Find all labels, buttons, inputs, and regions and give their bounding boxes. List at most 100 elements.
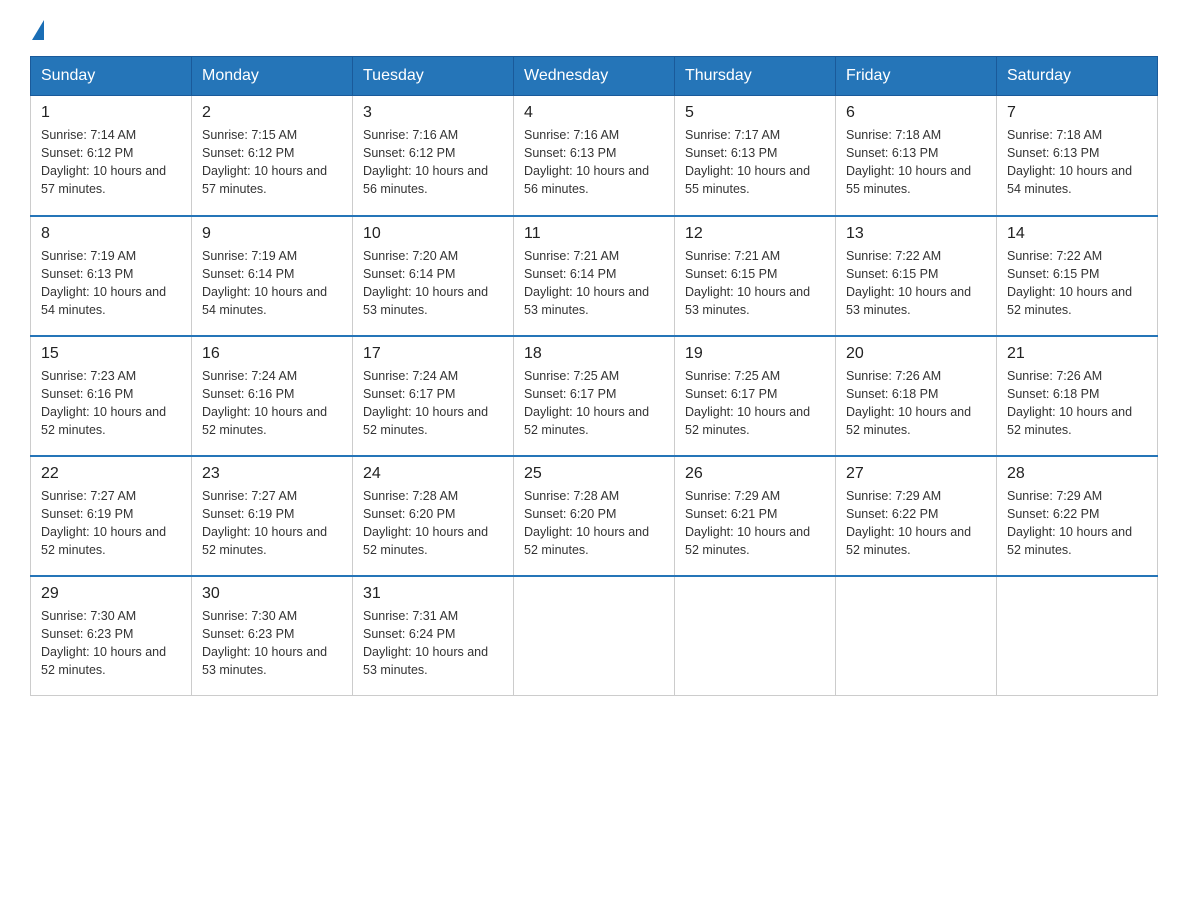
calendar-header-row: SundayMondayTuesdayWednesdayThursdayFrid… [31, 57, 1158, 96]
day-number: 27 [846, 465, 986, 483]
day-number: 29 [41, 585, 181, 603]
calendar-cell: 22 Sunrise: 7:27 AMSunset: 6:19 PMDayligh… [31, 456, 192, 576]
calendar-cell [514, 576, 675, 696]
day-number: 8 [41, 225, 181, 243]
calendar-header-wednesday: Wednesday [514, 57, 675, 96]
day-info: Sunrise: 7:20 AMSunset: 6:14 PMDaylight:… [363, 247, 503, 320]
calendar-cell: 23 Sunrise: 7:27 AMSunset: 6:19 PMDayligh… [192, 456, 353, 576]
day-number: 23 [202, 465, 342, 483]
calendar-cell: 2 Sunrise: 7:15 AMSunset: 6:12 PMDaylight… [192, 96, 353, 216]
calendar-cell: 24 Sunrise: 7:28 AMSunset: 6:20 PMDayligh… [353, 456, 514, 576]
day-info: Sunrise: 7:18 AMSunset: 6:13 PMDaylight:… [846, 126, 986, 199]
day-info: Sunrise: 7:27 AMSunset: 6:19 PMDaylight:… [202, 487, 342, 560]
calendar-header-tuesday: Tuesday [353, 57, 514, 96]
calendar-cell: 4Sunrise: 7:16 AMSunset: 6:13 PMDaylight… [514, 96, 675, 216]
calendar-cell: 29 Sunrise: 7:30 AMSunset: 6:23 PMDayligh… [31, 576, 192, 696]
calendar-cell: 31 Sunrise: 7:31 AMSunset: 6:24 PMDayligh… [353, 576, 514, 696]
day-number: 18 [524, 345, 664, 363]
day-number: 13 [846, 225, 986, 243]
day-number: 30 [202, 585, 342, 603]
day-info: Sunrise: 7:26 AMSunset: 6:18 PMDaylight:… [846, 367, 986, 440]
day-info: Sunrise: 7:22 AMSunset: 6:15 PMDaylight:… [1007, 247, 1147, 320]
calendar-cell: 13 Sunrise: 7:22 AMSunset: 6:15 PMDayligh… [836, 216, 997, 336]
calendar-cell: 6Sunrise: 7:18 AMSunset: 6:13 PMDaylight… [836, 96, 997, 216]
calendar-cell: 9Sunrise: 7:19 AMSunset: 6:14 PMDaylight… [192, 216, 353, 336]
day-info: Sunrise: 7:17 AMSunset: 6:13 PMDaylight:… [685, 126, 825, 199]
calendar-header-saturday: Saturday [997, 57, 1158, 96]
day-info: Sunrise: 7:24 AMSunset: 6:17 PMDaylight:… [363, 367, 503, 440]
calendar-week-row: 1 Sunrise: 7:14 AMSunset: 6:12 PMDaylight… [31, 96, 1158, 216]
day-info: Sunrise: 7:29 AMSunset: 6:22 PMDaylight:… [1007, 487, 1147, 560]
calendar-cell: 1 Sunrise: 7:14 AMSunset: 6:12 PMDaylight… [31, 96, 192, 216]
day-number: 24 [363, 465, 503, 483]
day-number: 3 [363, 104, 503, 122]
day-info: Sunrise: 7:15 AMSunset: 6:12 PMDaylight:… [202, 126, 342, 199]
calendar-cell: 3Sunrise: 7:16 AMSunset: 6:12 PMDaylight… [353, 96, 514, 216]
day-info: Sunrise: 7:19 AMSunset: 6:13 PMDaylight:… [41, 247, 181, 320]
calendar-cell: 25 Sunrise: 7:28 AMSunset: 6:20 PMDayligh… [514, 456, 675, 576]
calendar-week-row: 29 Sunrise: 7:30 AMSunset: 6:23 PMDayligh… [31, 576, 1158, 696]
day-number: 5 [685, 104, 825, 122]
calendar-cell: 5 Sunrise: 7:17 AMSunset: 6:13 PMDaylight… [675, 96, 836, 216]
day-info: Sunrise: 7:26 AMSunset: 6:18 PMDaylight:… [1007, 367, 1147, 440]
calendar-cell: 16Sunrise: 7:24 AMSunset: 6:16 PMDayligh… [192, 336, 353, 456]
calendar-cell [675, 576, 836, 696]
day-info: Sunrise: 7:30 AMSunset: 6:23 PMDaylight:… [202, 607, 342, 680]
day-number: 10 [363, 225, 503, 243]
calendar-week-row: 22 Sunrise: 7:27 AMSunset: 6:19 PMDayligh… [31, 456, 1158, 576]
calendar-cell: 8 Sunrise: 7:19 AMSunset: 6:13 PMDaylight… [31, 216, 192, 336]
calendar-cell: 30 Sunrise: 7:30 AMSunset: 6:23 PMDayligh… [192, 576, 353, 696]
calendar-cell [997, 576, 1158, 696]
day-info: Sunrise: 7:31 AMSunset: 6:24 PMDaylight:… [363, 607, 503, 680]
day-info: Sunrise: 7:23 AMSunset: 6:16 PMDaylight:… [41, 367, 181, 440]
day-number: 12 [685, 225, 825, 243]
calendar-header-thursday: Thursday [675, 57, 836, 96]
day-info: Sunrise: 7:28 AMSunset: 6:20 PMDaylight:… [524, 487, 664, 560]
calendar-cell: 19Sunrise: 7:25 AMSunset: 6:17 PMDayligh… [675, 336, 836, 456]
calendar-cell: 7 Sunrise: 7:18 AMSunset: 6:13 PMDaylight… [997, 96, 1158, 216]
day-number: 2 [202, 104, 342, 122]
day-number: 11 [524, 225, 664, 243]
calendar-header-monday: Monday [192, 57, 353, 96]
day-info: Sunrise: 7:25 AMSunset: 6:17 PMDaylight:… [524, 367, 664, 440]
calendar-cell: 14 Sunrise: 7:22 AMSunset: 6:15 PMDayligh… [997, 216, 1158, 336]
day-number: 14 [1007, 225, 1147, 243]
day-info: Sunrise: 7:22 AMSunset: 6:15 PMDaylight:… [846, 247, 986, 320]
calendar-cell: 10 Sunrise: 7:20 AMSunset: 6:14 PMDayligh… [353, 216, 514, 336]
day-number: 31 [363, 585, 503, 603]
day-number: 25 [524, 465, 664, 483]
day-number: 4 [524, 104, 664, 122]
page-header [30, 20, 1158, 36]
calendar-cell: 26 Sunrise: 7:29 AMSunset: 6:21 PMDayligh… [675, 456, 836, 576]
day-number: 28 [1007, 465, 1147, 483]
day-info: Sunrise: 7:21 AMSunset: 6:15 PMDaylight:… [685, 247, 825, 320]
day-info: Sunrise: 7:19 AMSunset: 6:14 PMDaylight:… [202, 247, 342, 320]
calendar-header-friday: Friday [836, 57, 997, 96]
calendar-cell: 18 Sunrise: 7:25 AMSunset: 6:17 PMDayligh… [514, 336, 675, 456]
calendar-cell: 12 Sunrise: 7:21 AMSunset: 6:15 PMDayligh… [675, 216, 836, 336]
day-number: 26 [685, 465, 825, 483]
day-info: Sunrise: 7:27 AMSunset: 6:19 PMDaylight:… [41, 487, 181, 560]
day-number: 1 [41, 104, 181, 122]
calendar-cell: 28 Sunrise: 7:29 AMSunset: 6:22 PMDayligh… [997, 456, 1158, 576]
day-info: Sunrise: 7:30 AMSunset: 6:23 PMDaylight:… [41, 607, 181, 680]
day-number: 7 [1007, 104, 1147, 122]
day-info: Sunrise: 7:21 AMSunset: 6:14 PMDaylight:… [524, 247, 664, 320]
calendar-cell: 17 Sunrise: 7:24 AMSunset: 6:17 PMDayligh… [353, 336, 514, 456]
calendar-cell: 15 Sunrise: 7:23 AMSunset: 6:16 PMDayligh… [31, 336, 192, 456]
calendar-header-sunday: Sunday [31, 57, 192, 96]
calendar-cell [836, 576, 997, 696]
logo-triangle-icon [32, 20, 44, 40]
day-info: Sunrise: 7:29 AMSunset: 6:22 PMDaylight:… [846, 487, 986, 560]
day-number: 19 [685, 345, 825, 363]
day-info: Sunrise: 7:14 AMSunset: 6:12 PMDaylight:… [41, 126, 181, 199]
day-info: Sunrise: 7:28 AMSunset: 6:20 PMDaylight:… [363, 487, 503, 560]
day-number: 15 [41, 345, 181, 363]
calendar-cell: 11 Sunrise: 7:21 AMSunset: 6:14 PMDayligh… [514, 216, 675, 336]
day-number: 20 [846, 345, 986, 363]
day-number: 22 [41, 465, 181, 483]
day-number: 17 [363, 345, 503, 363]
logo [30, 20, 44, 36]
day-info: Sunrise: 7:29 AMSunset: 6:21 PMDaylight:… [685, 487, 825, 560]
day-info: Sunrise: 7:18 AMSunset: 6:13 PMDaylight:… [1007, 126, 1147, 199]
